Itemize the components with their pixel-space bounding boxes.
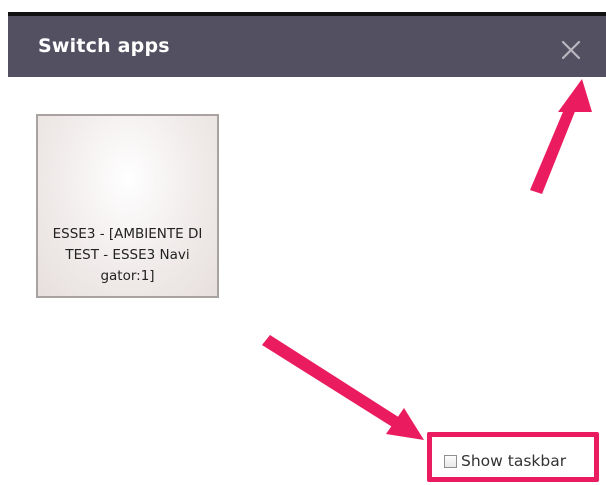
annotation-arrow-to-taskbar (262, 335, 424, 440)
show-taskbar-option[interactable]: Show taskbar (444, 452, 566, 470)
close-button[interactable] (557, 36, 585, 64)
app-tile[interactable]: ESSE3 - [AMBIENTE DI TEST - ESSE3 Navi g… (36, 114, 219, 298)
annotation-arrow-to-close (530, 79, 592, 194)
dialog-title: Switch apps (38, 35, 170, 57)
show-taskbar-checkbox[interactable] (444, 454, 457, 468)
show-taskbar-label: Show taskbar (461, 452, 567, 470)
switch-apps-dialog: Switch apps ESSE3 - [AMBIENTE DI TEST - … (0, 0, 606, 485)
close-icon (561, 40, 581, 60)
app-tile-label: ESSE3 - [AMBIENTE DI TEST - ESSE3 Navi g… (52, 226, 203, 284)
dialog-titlebar: Switch apps (8, 16, 606, 77)
